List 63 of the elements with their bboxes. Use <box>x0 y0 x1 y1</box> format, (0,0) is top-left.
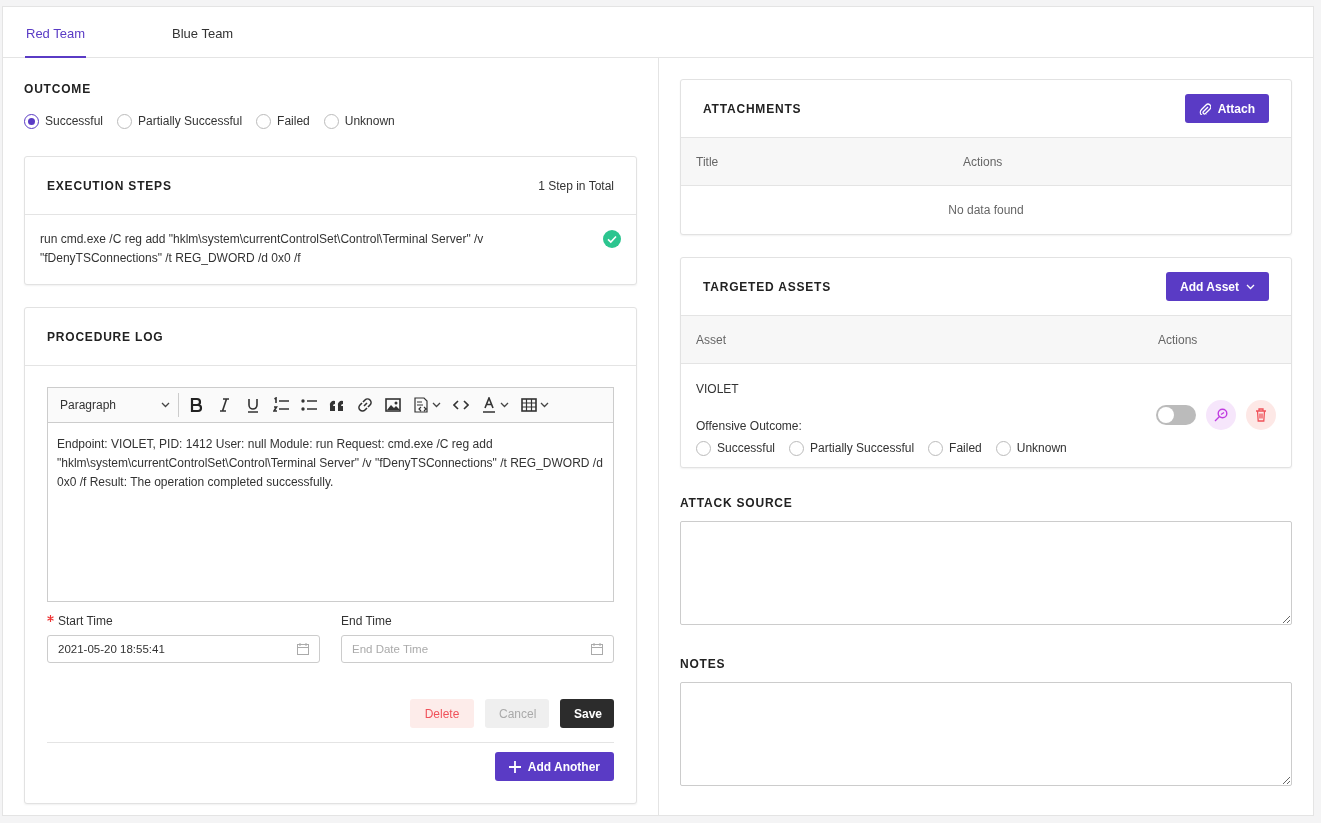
step-text: run cmd.exe /C reg add "hklm\system\currentControlSet\Control\Terminal Server" /v "fDenyTSConnections" /t REG_DWORD /d 0x0 /f <box>40 231 485 267</box>
column-header: Actions <box>963 153 1003 171</box>
caret-icon <box>540 402 549 408</box>
editor-text: Endpoint: VIOLET, PID: 1412 User: null Module: run Request: cmd.exe /C reg add "hklm\system\currentControlSet\Control\Terminal Server" /v "fDenyTSConnections" /t REG_DWORD /d 0x0 /f Result: The operation completed successfully. <box>56 436 604 491</box>
card-title: TARGETED ASSETS <box>703 278 831 296</box>
section-title: NOTES <box>680 656 727 673</box>
radio-option[interactable]: Partially Successful <box>117 112 243 130</box>
required-icon <box>47 615 54 622</box>
column-header: Title <box>696 153 720 171</box>
field-label: End Time <box>341 613 392 630</box>
card-title: PROCEDURE LOG <box>47 328 164 346</box>
radio-option[interactable]: Unknown <box>995 439 1067 457</box>
caret-icon <box>161 402 170 408</box>
inspect-button[interactable] <box>1206 399 1236 430</box>
card-title: ATTACHMENTS <box>703 100 802 118</box>
date-field[interactable]: End Date Time <box>341 635 614 663</box>
numbered-list-icon <box>273 397 289 413</box>
field-label: Start Time <box>58 613 113 630</box>
radio-option[interactable]: Successful <box>24 112 104 130</box>
trash-icon <box>1255 407 1267 422</box>
caret-icon <box>1246 283 1255 290</box>
date-field[interactable]: 2021-05-20 18:55:41 <box>47 635 320 663</box>
caret-icon <box>500 402 509 408</box>
notes-field[interactable] <box>680 682 1292 786</box>
font-color-icon <box>481 397 497 413</box>
rich-text-editor[interactable] <box>47 387 614 602</box>
radio-option[interactable]: Successful <box>696 439 776 457</box>
table-icon <box>521 397 537 413</box>
underline-icon <box>245 397 261 413</box>
toggle-switch[interactable] <box>1156 404 1196 425</box>
plus-icon <box>508 760 521 773</box>
tab[interactable]: Red Team <box>25 7 86 58</box>
step-count: 1 Step in Total <box>538 177 614 195</box>
delete-button[interactable] <box>1246 399 1276 430</box>
radio-option[interactable]: Unknown <box>323 112 395 130</box>
radio-option[interactable]: Failed <box>256 112 310 130</box>
asset-name: VIOLET <box>696 381 740 398</box>
attach-button[interactable]: Attach <box>1184 94 1269 123</box>
block-style-dropdown[interactable]: Paragraph <box>56 396 174 414</box>
bold-icon <box>189 397 205 413</box>
code-block-icon <box>413 397 429 413</box>
attack-source-field[interactable] <box>680 521 1292 625</box>
link-icon <box>357 397 373 413</box>
paperclip-icon <box>1198 102 1211 115</box>
outcome-label: Offensive Outcome: <box>696 418 803 435</box>
save-button[interactable]: Save <box>560 699 614 728</box>
tab[interactable]: Blue Team <box>171 7 235 58</box>
add-asset-button[interactable]: Add Asset <box>1166 272 1269 301</box>
empty-message: No data found <box>947 202 1025 219</box>
magnifier-icon <box>1214 407 1228 422</box>
bullet-list-icon <box>301 397 317 413</box>
calendar-icon <box>591 643 603 655</box>
calendar-icon <box>297 643 309 655</box>
radio-option[interactable]: Failed <box>928 439 982 457</box>
column-header: Actions <box>1158 331 1198 349</box>
column-header: Asset <box>696 331 727 349</box>
section-title: ATTACK SOURCE <box>680 495 794 512</box>
caret-icon <box>432 402 441 408</box>
image-icon <box>385 397 401 413</box>
section-title: OUTCOME <box>24 81 92 98</box>
add-another-button[interactable]: Add Another <box>494 752 614 781</box>
radio-option[interactable]: Partially Successful <box>789 439 915 457</box>
card-title: EXECUTION STEPS <box>47 177 172 195</box>
